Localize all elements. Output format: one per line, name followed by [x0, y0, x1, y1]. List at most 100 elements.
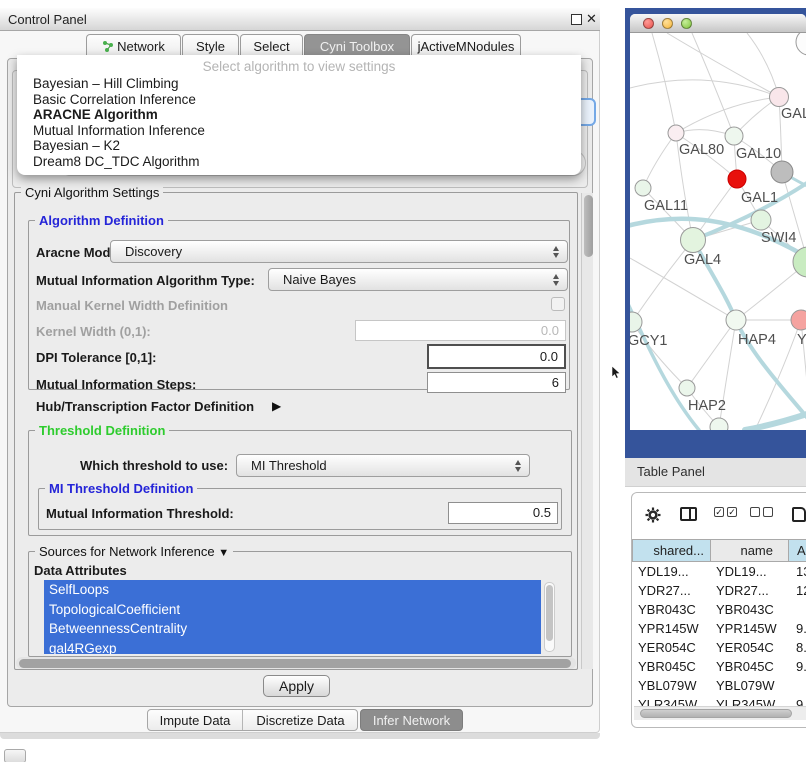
column-header-partial[interactable]: A: [788, 539, 806, 562]
mi-steps-field[interactable]: 6: [427, 372, 566, 393]
node-labels: GAL GAL80 GAL10 GAL1 GAL11 SWI4 GAL4 GCY…: [630, 106, 806, 414]
node-label: GAL: [781, 106, 806, 122]
node-label: SWI4: [761, 230, 796, 246]
tab-select[interactable]: Select: [240, 34, 303, 57]
combo-spinner-icon: [553, 273, 560, 287]
mi-threshold-group-title: MI Threshold Definition: [45, 481, 197, 496]
network-icon: [102, 40, 114, 52]
network-canvas[interactable]: GAL GAL80 GAL10 GAL1 GAL11 SWI4 GAL4 GCY…: [630, 33, 806, 430]
close-icon[interactable]: ✕: [586, 11, 597, 27]
table-hscrollbar-thumb[interactable]: [640, 709, 792, 718]
dropdown-prompt: Select algorithm to view settings: [17, 57, 581, 76]
manual-kernel-label: Manual Kernel Width Definition: [36, 298, 228, 313]
node-gal80[interactable]: [668, 125, 684, 141]
gear-icon[interactable]: [645, 507, 661, 523]
kernel-width-field[interactable]: 0.0: [355, 320, 566, 341]
settings-scrollbar[interactable]: [581, 193, 593, 669]
which-threshold-label: Which threshold to use:: [80, 458, 228, 473]
network-window-titlebar[interactable]: [630, 14, 806, 33]
settings-hscrollbar-thumb[interactable]: [19, 659, 571, 668]
settings-scrollbar-thumb[interactable]: [584, 195, 593, 257]
table-hscrollbar[interactable]: [634, 706, 806, 720]
node-gal4[interactable]: [681, 228, 706, 253]
dropdown-item[interactable]: Dream8 DC_TDC Algorithm: [17, 154, 581, 170]
hub-definition-label: Hub/Transcription Factor Definition: [36, 399, 254, 414]
tab-style[interactable]: Style: [182, 34, 239, 57]
dropdown-item[interactable]: Bayesian – K2: [17, 138, 581, 154]
threshold-definition-title: Threshold Definition: [35, 423, 169, 438]
mouse-cursor: [611, 366, 621, 379]
collapse-arrow-icon[interactable]: ▼: [218, 547, 229, 559]
node-salmon[interactable]: [791, 310, 806, 330]
algorithm-definition-title: Algorithm Definition: [35, 213, 168, 228]
tab-network[interactable]: Network: [86, 34, 181, 57]
apply-button[interactable]: Apply: [263, 675, 330, 697]
float-window-icon[interactable]: [571, 14, 582, 25]
node[interactable]: [796, 33, 806, 55]
dropdown-item-selected[interactable]: ARACNE Algorithm: [17, 107, 581, 123]
node-label: GAL1: [741, 190, 778, 206]
node-label: GAL10: [736, 146, 781, 162]
expand-arrow-icon[interactable]: ▶: [272, 399, 281, 413]
dropdown-item[interactable]: Basic Correlation Inference: [17, 92, 581, 108]
aracne-mode-combo[interactable]: Discovery: [110, 240, 568, 263]
table-panel-title: Table Panel: [637, 464, 705, 479]
table-panel-titlebar: Table Panel: [625, 458, 806, 487]
dropdown-item[interactable]: Bayesian – Hill Climbing: [17, 76, 581, 92]
zoom-traffic-light[interactable]: [681, 18, 692, 29]
dropdown-item[interactable]: Mutual Information Inference: [17, 123, 581, 139]
list-item[interactable]: SelfLoops: [44, 580, 541, 600]
mi-steps-label: Mutual Information Steps:: [36, 377, 196, 392]
node-label: GAL4: [684, 252, 721, 268]
tab-jactivemnodules[interactable]: jActiveMNodules: [411, 34, 521, 57]
minimized-panel-stub[interactable]: [4, 749, 26, 762]
mi-type-combo[interactable]: Naive Bayes: [268, 268, 568, 291]
list-item[interactable]: gal4RGexp: [44, 639, 541, 655]
manual-kernel-checkbox[interactable]: [551, 297, 565, 311]
node-gray[interactable]: [771, 161, 793, 183]
checked-box-icon: ✓: [714, 507, 724, 517]
aracne-mode-value: Discovery: [125, 244, 182, 259]
unchecked-box-icon: [750, 507, 760, 517]
node-gal11[interactable]: [635, 180, 651, 196]
network-graph: GAL GAL80 GAL10 GAL1 GAL11 SWI4 GAL4 GCY…: [630, 33, 806, 430]
sources-group-title: Sources for Network Inference ▼: [35, 544, 233, 559]
which-threshold-value: MI Threshold: [251, 458, 327, 473]
mi-threshold-label: Mutual Information Threshold:: [46, 506, 234, 521]
export-table-icon[interactable]: [792, 507, 806, 522]
node-gal1[interactable]: [728, 170, 746, 188]
column-header-shared-name[interactable]: shared...: [632, 539, 711, 562]
table-body: YDL19...YDL19...13 YDR27...YDR27...12 YB…: [632, 562, 806, 707]
tab-discretize-data[interactable]: Discretize Data: [243, 710, 358, 730]
which-threshold-combo[interactable]: MI Threshold: [236, 454, 530, 477]
dpi-tolerance-field[interactable]: 0.0: [427, 344, 566, 369]
tab-style-label: Style: [196, 39, 225, 54]
checked-box-icon: ✓: [727, 507, 737, 517]
control-panel-titlebar: Control Panel ✕: [0, 8, 600, 31]
node-swi4[interactable]: [751, 210, 771, 230]
list-item[interactable]: TopologicalCoefficient: [44, 600, 541, 620]
column-header-name[interactable]: name: [710, 539, 789, 562]
node-gal10[interactable]: [725, 127, 743, 145]
attribute-list-scrollbar-thumb[interactable]: [546, 585, 553, 641]
attribute-list-scrollbar[interactable]: [544, 582, 555, 652]
split-columns-icon[interactable]: [680, 507, 697, 521]
tab-infer-network[interactable]: Infer Network: [360, 709, 463, 731]
node-gal[interactable]: [770, 88, 789, 107]
node-label: Y: [797, 332, 806, 348]
tab-network-label: Network: [117, 39, 165, 54]
minimize-traffic-light[interactable]: [662, 18, 673, 29]
close-traffic-light[interactable]: [643, 18, 654, 29]
node-hap4[interactable]: [726, 310, 746, 330]
select-all-columns-icon[interactable]: ✓✓: [714, 507, 740, 522]
tab-cyni-toolbox[interactable]: Cyni Toolbox: [304, 34, 410, 57]
unchecked-box-icon: [763, 507, 773, 517]
list-item[interactable]: BetweennessCentrality: [44, 619, 541, 639]
table-panel: ✓✓ shared... name A YDL19...YDL19...13 Y…: [631, 492, 806, 728]
deselect-all-columns-icon[interactable]: [750, 507, 776, 522]
node-hap2[interactable]: [679, 380, 695, 396]
tab-impute-data[interactable]: Impute Data: [148, 710, 243, 730]
mi-threshold-field[interactable]: 0.5: [448, 502, 558, 524]
settings-hscrollbar[interactable]: [16, 657, 576, 669]
dpi-tolerance-label: DPI Tolerance [0,1]:: [36, 350, 156, 365]
